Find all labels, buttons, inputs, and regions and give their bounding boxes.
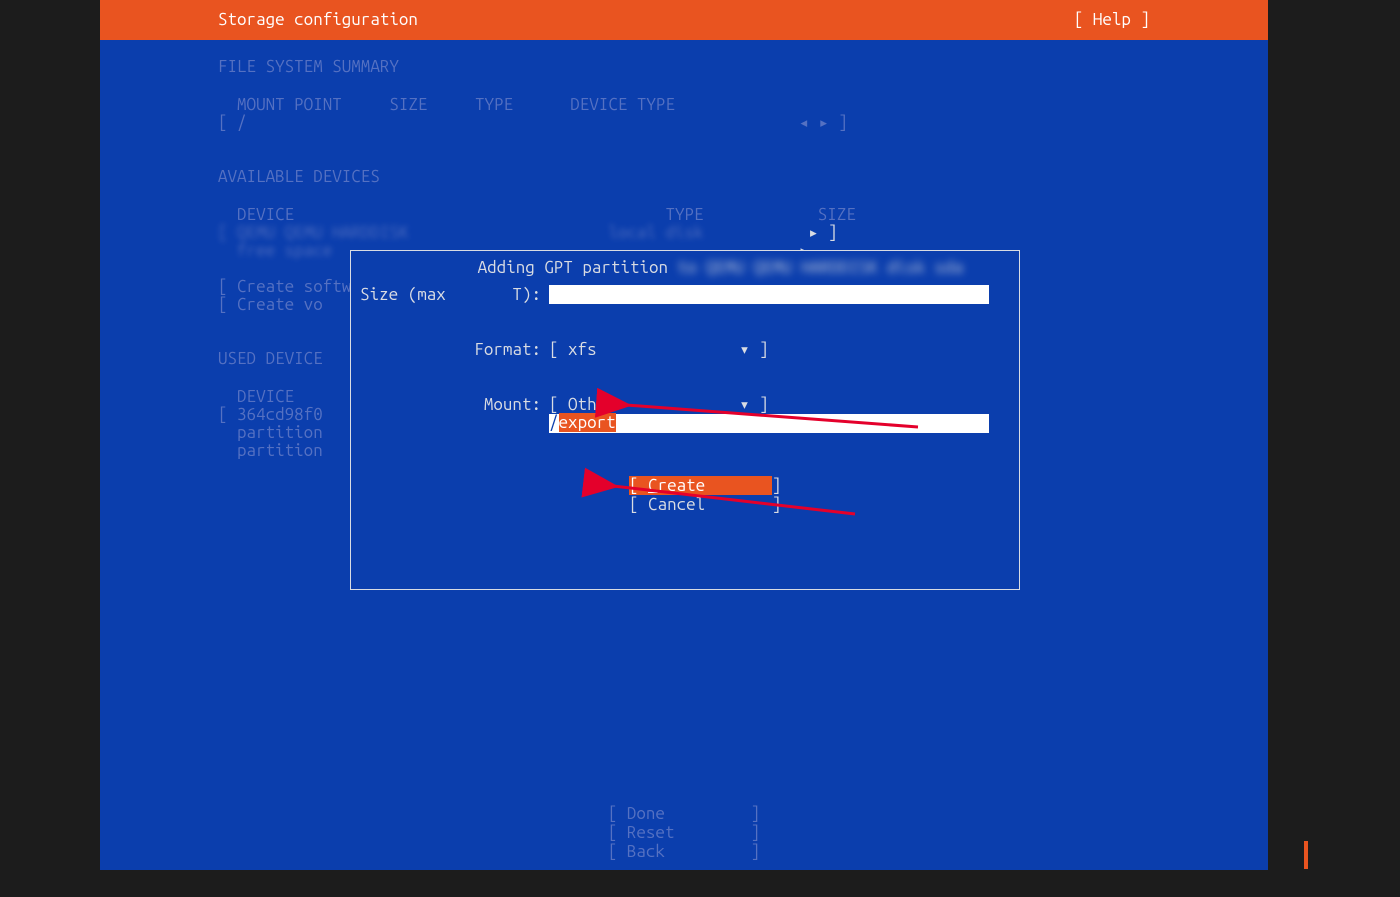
help-button[interactable]: [ Help ] bbox=[1074, 11, 1150, 29]
cancel-button[interactable]: [ Cancel ] bbox=[629, 495, 781, 514]
mount-label: Mount: bbox=[359, 396, 549, 414]
scroll-indicator bbox=[1304, 841, 1308, 869]
installer-screen: Storage configuration [ Help ] FILE SYST… bbox=[100, 0, 1268, 870]
bottom-button-bar: [ Done ] [ Reset ] [ Back ] bbox=[100, 805, 1268, 862]
fs-summary-row[interactable]: [ / ◂ ▸ ] bbox=[218, 114, 1150, 132]
available-title: AVAILABLE DEVICES bbox=[218, 168, 1150, 186]
page-title: Storage configuration bbox=[218, 11, 418, 29]
available-row-1[interactable]: [ QEMU QEMU HARDDISK local disk ▸ ] bbox=[218, 224, 1150, 242]
done-button[interactable]: [ Done ] bbox=[100, 805, 1268, 824]
mount-select[interactable]: [ Other ▾ ] bbox=[549, 396, 769, 414]
create-button[interactable]: [ Create ] bbox=[629, 476, 781, 495]
mount-path-input[interactable]: /export bbox=[549, 414, 989, 433]
reset-button[interactable]: [ Reset ] bbox=[100, 824, 1268, 843]
dialog-title: Adding GPT partition to QEMU QEMU HARDDI… bbox=[351, 241, 1019, 295]
format-label: Format: bbox=[359, 341, 549, 359]
available-columns: DEVICE TYPE SIZE bbox=[218, 206, 1150, 224]
fs-summary-columns: MOUNT POINT SIZE TYPE DEVICE TYPE bbox=[218, 96, 1150, 114]
back-button[interactable]: [ Back ] bbox=[100, 843, 1268, 862]
fs-summary-title: FILE SYSTEM SUMMARY bbox=[218, 58, 1150, 76]
add-partition-dialog: Adding GPT partition to QEMU QEMU HARDDI… bbox=[350, 250, 1020, 590]
format-select[interactable]: [ xfs ▾ ] bbox=[549, 341, 769, 359]
header-bar: Storage configuration [ Help ] bbox=[100, 0, 1268, 40]
fs-summary-section: FILE SYSTEM SUMMARY MOUNT POINT SIZE TYP… bbox=[218, 58, 1150, 132]
